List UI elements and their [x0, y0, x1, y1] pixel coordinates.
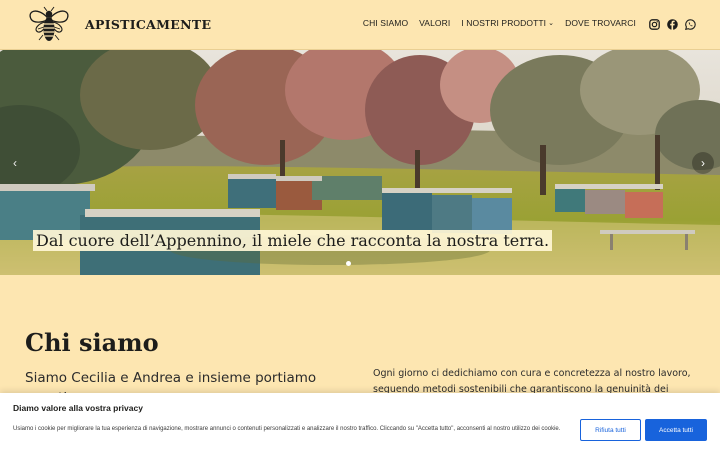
accept-all-button[interactable]: Accetta tutti [645, 419, 707, 441]
instagram-icon[interactable] [649, 17, 660, 30]
nav-item-chi-siamo[interactable]: CHI SIAMO [363, 18, 408, 28]
main-nav: CHI SIAMO VALORI I NOSTRI PRODOTTI ⌄ DOVE… [363, 18, 636, 28]
bee-logo-icon[interactable] [25, 5, 73, 45]
facebook-icon[interactable] [667, 17, 678, 30]
cookie-banner: Diamo valore alla vostra privacy Usiamo … [0, 393, 720, 450]
nav-item-dove-trovarci[interactable]: DOVE TROVARCI [565, 18, 636, 28]
slider-prev-button[interactable]: ‹ [4, 152, 26, 174]
slider-next-button[interactable]: › [692, 152, 714, 174]
chevron-down-icon: ⌄ [548, 20, 555, 27]
social-links [649, 17, 696, 31]
nav-item-valori[interactable]: VALORI [419, 18, 450, 28]
nav-item-label: CHI SIAMO [362, 18, 409, 28]
nav-item-label: VALORI [419, 18, 451, 28]
chevron-left-icon: ‹ [13, 156, 17, 170]
reject-all-button[interactable]: Rifiuta tutti [580, 419, 641, 441]
site-header: APISTICAMENTE CHI SIAMO VALORI I NOSTRI … [0, 0, 720, 50]
cookie-description: Usiamo i cookie per migliorare la tua es… [13, 426, 561, 432]
slider-dot[interactable] [346, 261, 351, 266]
whatsapp-icon[interactable] [685, 17, 696, 31]
chevron-right-icon: › [701, 156, 705, 170]
slider-dots [346, 261, 351, 266]
section-title: Chi siamo [25, 328, 159, 357]
hero-caption: Dal cuore dell’Appennino, il miele che r… [33, 230, 553, 251]
cookie-title: Diamo valore alla vostra privacy [13, 403, 143, 413]
brand-name[interactable]: APISTICAMENTE [85, 17, 211, 32]
nav-item-label: I NOSTRI PRODOTTI [461, 18, 547, 28]
nav-item-i-nostri-prodotti[interactable]: I NOSTRI PRODOTTI ⌄ [461, 18, 554, 28]
nav-item-label: DOVE TROVARCI [565, 18, 636, 28]
hero-slider: ‹ › Dal cuore dell’Appennino, il miele c… [0, 50, 720, 275]
